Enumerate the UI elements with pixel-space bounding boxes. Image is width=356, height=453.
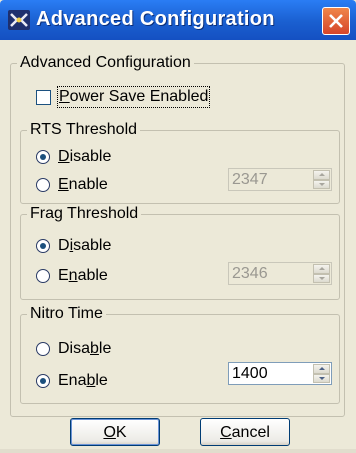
frag-enable-label-rest: able xyxy=(77,267,108,284)
nitro-disable-label-rest: le xyxy=(98,340,112,357)
ok-button[interactable]: OK xyxy=(70,418,160,446)
nitro-enable-label-rest: le xyxy=(95,372,108,389)
rts-disable-label-rest: isable xyxy=(69,148,112,165)
close-button[interactable] xyxy=(322,7,350,35)
rts-disable-label[interactable]: Disable xyxy=(58,148,111,166)
frag-enable-label-pre: E xyxy=(58,267,69,284)
frag-disable-option[interactable]: Disable xyxy=(36,237,111,255)
frag-enable-label[interactable]: Enable xyxy=(58,267,108,285)
power-save-checkbox-row[interactable]: Power Save Enabled xyxy=(36,86,211,108)
nitro-enable-label[interactable]: Enable xyxy=(58,372,108,390)
rts-disable-option[interactable]: Disable xyxy=(36,148,111,166)
arrow-down-icon xyxy=(318,276,325,280)
nitro-time-legend: Nitro Time xyxy=(27,304,106,324)
frag-threshold-spinbox[interactable]: 2346 xyxy=(228,262,332,285)
power-save-label[interactable]: Power Save Enabled xyxy=(56,86,211,108)
power-save-checkbox[interactable] xyxy=(36,89,51,105)
frag-spin-down-button[interactable] xyxy=(313,273,330,283)
arrow-up-icon xyxy=(318,267,325,271)
ok-mnemonic: O xyxy=(103,424,116,441)
title-bar[interactable]: Advanced Configuration xyxy=(0,0,356,40)
nitro-disable-label-pre: Disa xyxy=(58,340,91,357)
nitro-time-spinbox[interactable]: 1400 xyxy=(228,362,332,385)
frag-disable-label-rest: sable xyxy=(73,237,112,254)
window-title: Advanced Configuration xyxy=(36,8,275,30)
nitro-time-group: Nitro Time xyxy=(20,304,340,404)
frag-disable-label[interactable]: Disable xyxy=(58,237,111,255)
nitro-spin-down-button[interactable] xyxy=(313,373,330,383)
nitro-disable-label[interactable]: Disable xyxy=(58,340,111,358)
close-icon xyxy=(329,14,343,28)
arrow-up-icon xyxy=(318,173,325,177)
frag-enable-option[interactable]: Enable xyxy=(36,267,108,285)
dialog-window: Advanced Configuration Advanced Configur… xyxy=(0,0,356,453)
nitro-time-value: 1400 xyxy=(232,365,268,382)
cancel-label-rest: ancel xyxy=(231,424,270,441)
application-icon xyxy=(8,10,30,30)
nitro-disable-radio[interactable] xyxy=(36,342,50,356)
cancel-button[interactable]: Cancel xyxy=(200,418,290,446)
rts-enable-option[interactable]: Enable xyxy=(36,176,108,194)
frag-threshold-group: Frag Threshold xyxy=(20,204,340,300)
arrow-up-icon xyxy=(318,367,325,371)
advanced-configuration-legend: Advanced Configuration xyxy=(17,53,194,73)
frag-enable-radio[interactable] xyxy=(36,269,50,283)
frag-threshold-legend: Frag Threshold xyxy=(27,204,142,224)
rts-enable-mnemonic: E xyxy=(58,176,69,193)
rts-spin-up-button[interactable] xyxy=(313,170,330,180)
rts-spin-down-button[interactable] xyxy=(313,179,330,189)
frag-spin-buttons xyxy=(313,264,330,283)
nitro-spin-up-button[interactable] xyxy=(313,364,330,374)
nitro-disable-option[interactable]: Disable xyxy=(36,340,111,358)
rts-enable-label[interactable]: Enable xyxy=(58,176,108,194)
power-save-label-rest: ower Save Enabled xyxy=(69,88,209,105)
nitro-enable-radio[interactable] xyxy=(36,374,50,388)
arrow-down-icon xyxy=(318,376,325,380)
cancel-mnemonic: C xyxy=(220,424,232,441)
arrow-down-icon xyxy=(318,182,325,186)
rts-enable-label-rest: nable xyxy=(68,176,108,193)
nitro-enable-option[interactable]: Enable xyxy=(36,372,108,390)
ok-label-rest: K xyxy=(115,424,127,441)
rts-disable-mnemonic: D xyxy=(58,148,70,165)
rts-threshold-spinbox[interactable]: 2347 xyxy=(228,168,332,191)
rts-spin-buttons xyxy=(313,170,330,189)
nitro-enable-label-pre: Ena xyxy=(58,372,87,389)
power-save-mnemonic: P xyxy=(59,88,70,105)
rts-threshold-value: 2347 xyxy=(232,171,268,188)
rts-enable-radio[interactable] xyxy=(36,178,50,192)
nitro-spin-buttons xyxy=(313,364,330,383)
frag-enable-mnemonic: n xyxy=(68,267,78,284)
nitro-disable-mnemonic: b xyxy=(90,340,99,357)
frag-spin-up-button[interactable] xyxy=(313,264,330,274)
rts-disable-radio[interactable] xyxy=(36,150,50,164)
rts-threshold-legend: RTS Threshold xyxy=(27,120,141,140)
bottom-edge xyxy=(0,449,356,453)
frag-threshold-value: 2346 xyxy=(232,265,268,282)
frag-disable-label-pre: D xyxy=(58,237,70,254)
frag-disable-radio[interactable] xyxy=(36,239,50,253)
